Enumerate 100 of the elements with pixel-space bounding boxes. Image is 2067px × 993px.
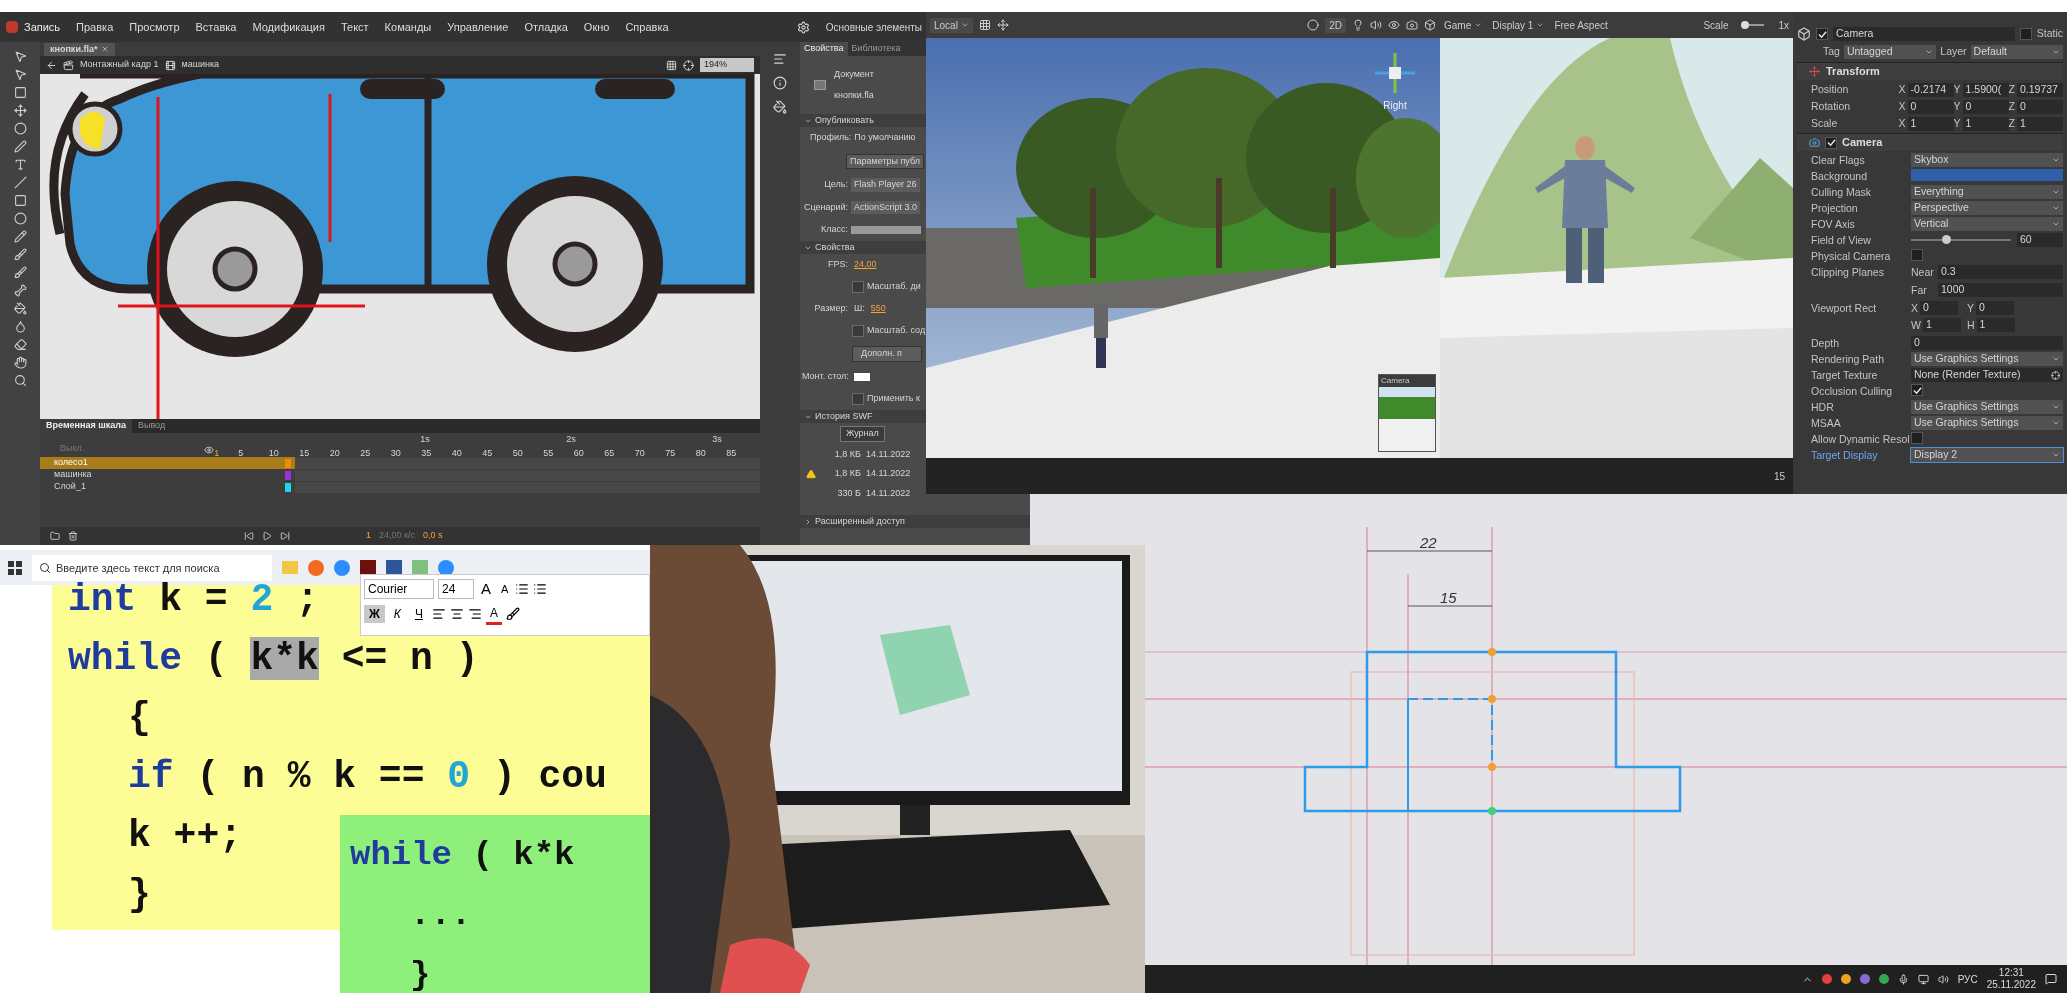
tool-icon[interactable]: [13, 194, 27, 207]
dropdown[interactable]: Use Graphics Settings: [1911, 352, 2063, 366]
dropdown[interactable]: Everything: [1911, 185, 2063, 199]
checkbox[interactable]: [1911, 249, 1923, 261]
tool-icon[interactable]: [13, 68, 27, 81]
font-dropdown[interactable]: Courier: [364, 579, 434, 600]
slider-thumb[interactable]: [1942, 235, 1951, 244]
close-icon[interactable]: [101, 45, 110, 54]
slider-thumb[interactable]: [1740, 21, 1749, 29]
dropdown[interactable]: Skybox: [1911, 153, 2063, 167]
visibility-icon[interactable]: [1388, 19, 1400, 31]
camera-icon[interactable]: [1406, 19, 1418, 31]
layer-dropdown[interactable]: Default: [1970, 45, 2063, 59]
microphone-icon[interactable]: [1897, 973, 1909, 985]
breadcrumb-item[interactable]: машинка: [181, 58, 220, 72]
menu-item[interactable]: Текст: [340, 18, 369, 36]
menu-item[interactable]: Команды: [384, 18, 432, 36]
tool-icon[interactable]: [13, 266, 27, 279]
menu-item[interactable]: Правка: [76, 18, 114, 36]
audio-icon[interactable]: [1370, 19, 1382, 31]
size-dropdown[interactable]: 24: [438, 579, 474, 600]
number-field[interactable]: 1: [1922, 318, 1961, 333]
script-dropdown[interactable]: ActionScript 3.0: [851, 200, 921, 215]
number-field[interactable]: 0: [1907, 99, 1954, 114]
aspect-dropdown[interactable]: Free Aspect: [1554, 17, 1608, 33]
menu-item[interactable]: Отладка: [524, 18, 568, 36]
gizmos-icon[interactable]: [1424, 19, 1436, 31]
breadcrumb-item[interactable]: Монтажный кадр 1: [80, 58, 159, 72]
publish-settings-button[interactable]: Параметры публ: [846, 153, 924, 170]
section-header[interactable]: Опубликовать: [800, 114, 926, 127]
snap-icon[interactable]: [996, 19, 1009, 31]
number-field[interactable]: 1: [1962, 116, 2009, 131]
underline-button[interactable]: Ч: [409, 605, 428, 623]
panel-tab[interactable]: Библиотека: [847, 42, 905, 56]
fps-value[interactable]: 24,00: [854, 258, 877, 272]
section-header[interactable]: История SWF: [800, 410, 926, 423]
object-field[interactable]: None (Render Texture): [1911, 368, 2063, 382]
tray-icon[interactable]: [1859, 974, 1870, 984]
checkbox[interactable]: [1911, 384, 1923, 396]
align-icon[interactable]: [773, 52, 787, 66]
class-field[interactable]: [851, 225, 921, 234]
align-right-icon[interactable]: [467, 607, 482, 621]
list-icon[interactable]: [533, 582, 548, 597]
checkbox[interactable]: [852, 325, 864, 337]
number-field[interactable]: 0.3: [1938, 265, 2063, 279]
sync-icon[interactable]: [796, 20, 810, 34]
tool-icon[interactable]: [13, 284, 27, 297]
browser-icon[interactable]: [308, 559, 324, 576]
checkbox[interactable]: [1911, 432, 1923, 444]
component-header[interactable]: Camera: [1797, 133, 2063, 151]
workspace-switcher[interactable]: Основные элементы: [825, 19, 922, 35]
display-dropdown[interactable]: Display 1: [1492, 17, 1545, 33]
panel-tab[interactable]: Вывод: [131, 419, 172, 433]
tool-icon[interactable]: [13, 158, 27, 171]
number-field[interactable]: 1000: [1938, 282, 2063, 297]
width-value[interactable]: 550: [870, 302, 886, 316]
name-field[interactable]: Camera: [1833, 27, 2015, 41]
lighting-icon[interactable]: [1352, 19, 1364, 31]
dropdown[interactable]: Perspective: [1911, 201, 2063, 215]
list-icon[interactable]: [515, 582, 530, 597]
italic-button[interactable]: К: [388, 605, 406, 623]
menu-item[interactable]: Окно: [583, 18, 610, 36]
number-field[interactable]: 0: [1976, 300, 2014, 315]
last-frame-icon[interactable]: [280, 531, 290, 541]
pivot-dropdown[interactable]: Local: [930, 17, 973, 33]
format-painter-icon[interactable]: [505, 607, 520, 621]
tool-icon[interactable]: [13, 338, 27, 351]
notifications-icon[interactable]: [2045, 973, 2057, 985]
target-icon[interactable]: [2051, 370, 2060, 380]
first-frame-icon[interactable]: [244, 531, 254, 541]
dropdown[interactable]: Display 2: [1911, 448, 2063, 462]
document-tab[interactable]: кнопки.fla*: [44, 42, 116, 56]
number-field[interactable]: 0: [1911, 336, 2063, 350]
menu-item[interactable]: Управление: [447, 18, 509, 36]
tool-icon[interactable]: [13, 122, 27, 135]
number-field[interactable]: -0.2174: [1907, 82, 1954, 97]
word-icon[interactable]: [386, 559, 402, 576]
center-icon[interactable]: [683, 59, 694, 71]
target-dropdown[interactable]: Flash Player 26: [851, 178, 920, 192]
checkbox[interactable]: [852, 281, 864, 293]
stage-color-swatch[interactable]: [854, 373, 870, 381]
dropdown[interactable]: Use Graphics Settings: [1911, 416, 2063, 430]
search-field[interactable]: Введите здесь текст для поиска: [32, 554, 272, 581]
color-field[interactable]: [1911, 169, 2063, 181]
bold-button[interactable]: Ж: [364, 605, 385, 623]
component-header[interactable]: Transform: [1797, 62, 2063, 80]
menu-item[interactable]: Вставка: [195, 18, 237, 36]
section-header[interactable]: Свойства: [800, 241, 926, 254]
tool-icon[interactable]: [13, 50, 27, 63]
tool-icon[interactable]: [13, 248, 27, 261]
number-field[interactable]: 0: [1920, 300, 1958, 315]
shading-icon[interactable]: [1307, 19, 1320, 31]
tray-icon[interactable]: [1878, 974, 1889, 984]
log-button[interactable]: Журнал: [840, 426, 885, 442]
number-field[interactable]: 1.5900(: [1962, 82, 2009, 97]
folder-icon[interactable]: [50, 531, 60, 541]
game-tab[interactable]: Game: [1444, 17, 1483, 33]
advanced-settings-button[interactable]: Дополн. п: [852, 346, 922, 362]
layer-row[interactable]: колесо1: [40, 457, 295, 469]
video-call-icon[interactable]: [334, 559, 350, 576]
